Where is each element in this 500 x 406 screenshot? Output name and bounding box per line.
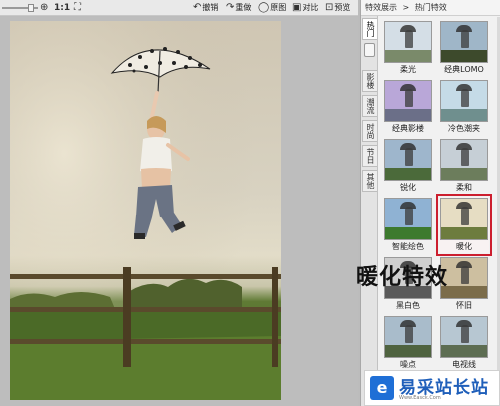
lomo-badge-icon xyxy=(364,43,375,57)
site-watermark: e 易采站长站 Www.Easck.Com xyxy=(364,370,500,406)
zoom-slider-thumb[interactable] xyxy=(28,4,34,12)
breadcrumb: 特效展示 > 热门特效 xyxy=(361,0,500,16)
effect-label: 经典影楼 xyxy=(392,124,424,133)
tab-other[interactable]: 其他 xyxy=(362,170,377,192)
photo-illustration xyxy=(10,21,281,400)
toolbar: ⊕ 1:1 ⛶ ↶ 撤销 ↷ 重做 ◯ 原图 ▣ 对比 ⊡ 预览 xyxy=(0,0,358,16)
effect-tile[interactable]: 电视线 xyxy=(439,315,489,371)
image-canvas[interactable] xyxy=(0,17,358,406)
effect-tile[interactable]: 柔光 xyxy=(383,20,433,76)
preview-icon: ⊡ xyxy=(325,2,334,13)
original-label: 原图 xyxy=(270,3,287,12)
effect-thumbnail xyxy=(384,316,432,358)
tab-trend[interactable]: 潮流 xyxy=(362,95,377,117)
tab-fashion[interactable]: 时尚 xyxy=(362,120,377,142)
site-url: Www.Easck.Com xyxy=(399,395,441,401)
effect-thumbnail xyxy=(440,139,488,181)
tab-holiday[interactable]: 节日 xyxy=(362,145,377,167)
category-tabs: 热门 影楼 潮流 时尚 节日 其他 xyxy=(361,16,378,406)
effect-tile[interactable]: 噪点 xyxy=(383,315,433,371)
redo-label: 重做 xyxy=(235,3,252,12)
effect-tile[interactable]: 经典影楼 xyxy=(383,79,433,135)
undo-button[interactable]: ↶ 撤销 xyxy=(193,2,218,14)
effect-tile[interactable]: 柔和 xyxy=(439,138,489,194)
effect-label: 锐化 xyxy=(400,183,416,192)
effect-thumbnail xyxy=(440,316,488,358)
breadcrumb-separator: > xyxy=(402,3,410,12)
effect-tile[interactable]: 经典LOMO xyxy=(439,20,489,76)
effect-title-overlay: 暖化特效 xyxy=(356,264,449,290)
effect-label: 黑白色 xyxy=(396,301,420,310)
effect-tile[interactable]: 智能绘色 xyxy=(383,197,433,253)
site-logo-icon: e xyxy=(370,376,394,400)
preview-label: 预览 xyxy=(334,3,351,12)
compare-icon: ▣ xyxy=(292,2,302,13)
preview-button[interactable]: ⊡ 预览 xyxy=(325,2,350,14)
effect-thumbnail xyxy=(384,198,432,240)
effect-thumbnail xyxy=(440,21,488,63)
tab-hot[interactable]: 热门 xyxy=(362,18,377,40)
effect-tile[interactable]: 锐化 xyxy=(383,138,433,194)
effect-label: 暖化 xyxy=(456,242,472,251)
effect-thumbnail xyxy=(384,139,432,181)
effect-label: 柔光 xyxy=(400,65,416,74)
effect-label: 冷色潮夹 xyxy=(448,124,480,133)
effect-thumbnail xyxy=(384,80,432,122)
redo-button[interactable]: ↷ 重做 xyxy=(226,2,251,14)
effect-thumbnail xyxy=(384,21,432,63)
effect-label: 怀旧 xyxy=(456,301,472,310)
effect-tile[interactable]: 暖化 xyxy=(436,194,492,256)
tab-studio[interactable]: 影楼 xyxy=(362,70,377,92)
zoom-in-icon[interactable]: ⊕ xyxy=(40,2,48,14)
effect-label: 电视线 xyxy=(452,360,476,369)
undo-label: 撤销 xyxy=(202,3,219,12)
effect-label: 智能绘色 xyxy=(392,242,424,251)
compare-label: 对比 xyxy=(302,3,319,12)
effects-panel: 特效展示 > 热门特效 热门 影楼 潮流 时尚 节日 其他 柔光 经典LOMO 经典… xyxy=(360,0,500,406)
breadcrumb-root[interactable]: 特效展示 xyxy=(365,3,397,12)
undo-icon: ↶ xyxy=(193,2,202,13)
redo-icon: ↷ xyxy=(226,2,235,13)
original-button[interactable]: ◯ 原图 xyxy=(258,2,286,14)
actual-size-button[interactable]: 1:1 xyxy=(54,2,70,14)
breadcrumb-current: 热门特效 xyxy=(414,3,447,12)
effect-label: 噪点 xyxy=(400,360,416,369)
effect-thumbnail xyxy=(440,198,488,240)
edited-photo xyxy=(10,21,281,400)
effect-tile[interactable]: 冷色潮夹 xyxy=(439,79,489,135)
effect-label: 经典LOMO xyxy=(444,65,484,74)
effect-thumbnail xyxy=(440,80,488,122)
compare-button[interactable]: ▣ 对比 xyxy=(292,2,318,14)
effect-label: 柔和 xyxy=(456,183,472,192)
original-icon: ◯ xyxy=(258,2,270,13)
fit-screen-icon[interactable]: ⛶ xyxy=(74,2,81,14)
